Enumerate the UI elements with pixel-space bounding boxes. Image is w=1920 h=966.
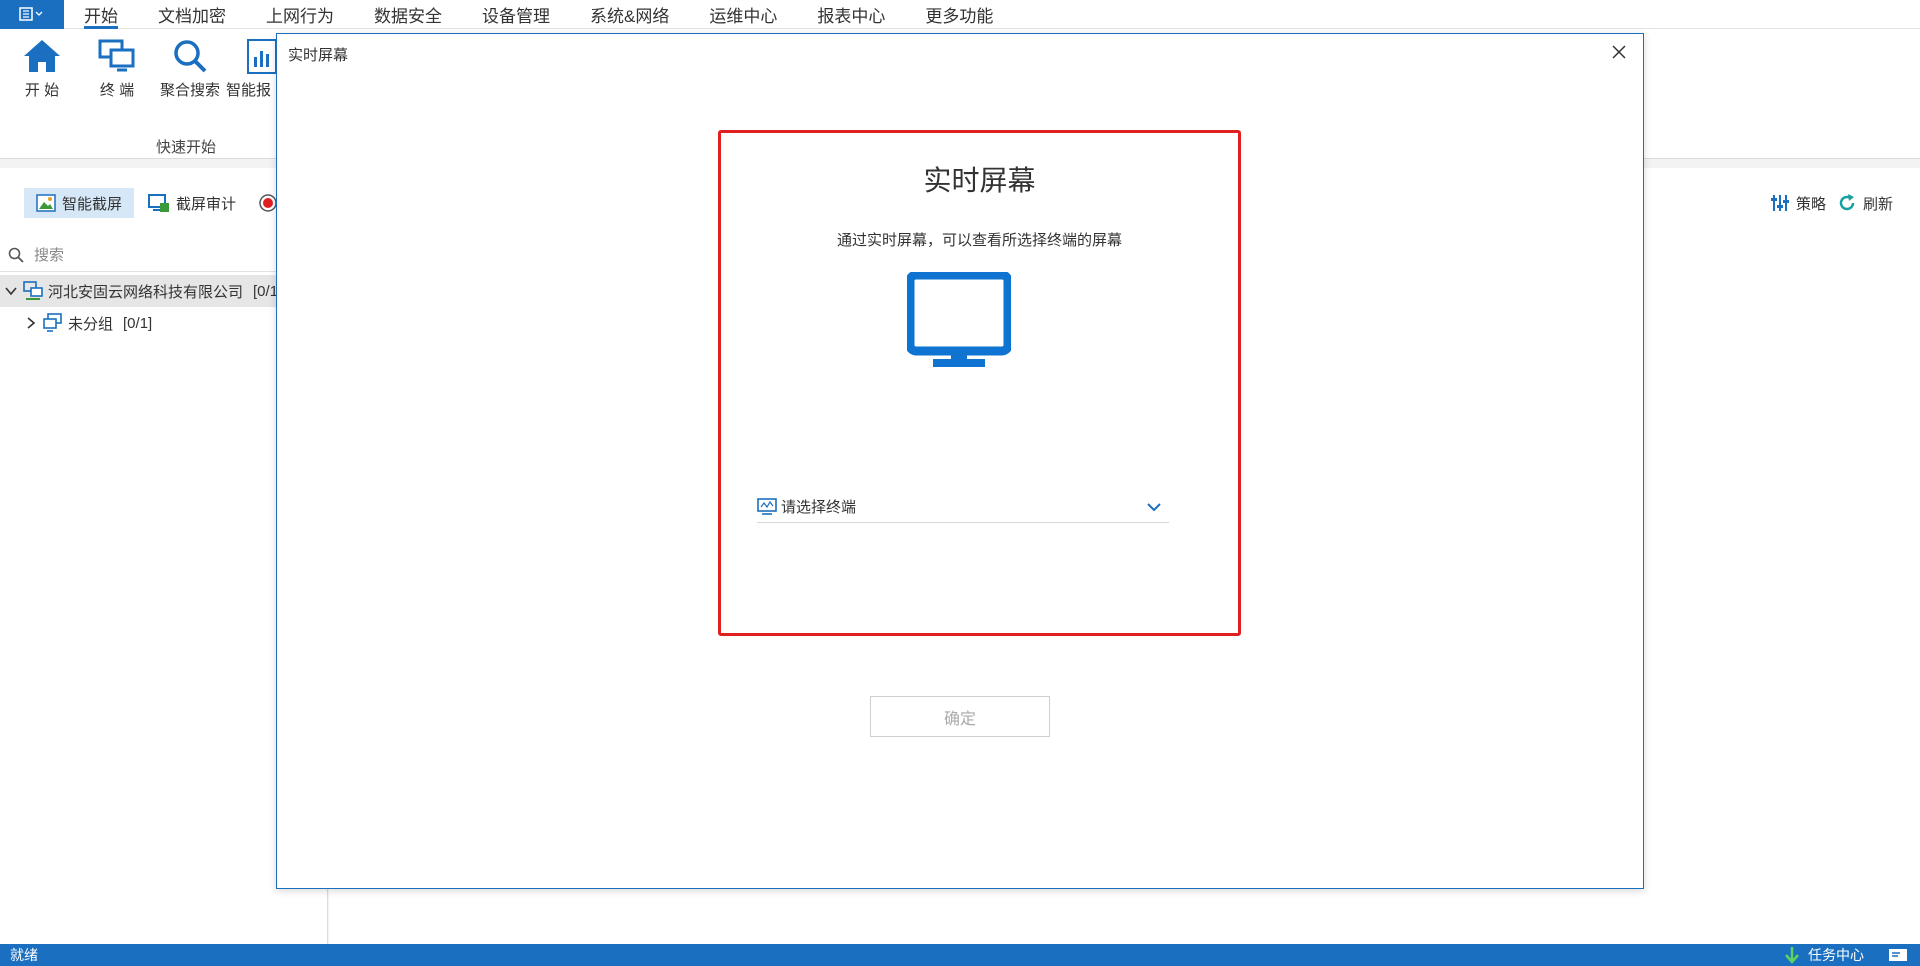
close-button[interactable] (1609, 42, 1629, 62)
message-icon[interactable] (1888, 947, 1908, 963)
tree-node-company-label: 河北安固云网络科技有限公司 (48, 283, 244, 301)
menu-ops-center[interactable]: 运维中心 (689, 0, 797, 29)
smart-capture-button[interactable]: 智能截屏 (24, 188, 135, 218)
monitor-icon (907, 272, 1011, 367)
tree-search-placeholder: 搜索 (34, 247, 65, 264)
tree-node-ungrouped-label: 未分组 (68, 315, 114, 333)
ribbon-start-button[interactable]: 开 始 (6, 37, 78, 100)
terminal-select[interactable]: 请选择终端 (757, 491, 1169, 523)
tree-node-company-count: [0/1 (253, 282, 279, 300)
screen-audit-icon (148, 194, 169, 212)
terminal-monitor-icon (757, 497, 777, 515)
download-arrow-icon (1785, 947, 1799, 964)
menu-system-network[interactable]: 系统&网络 (570, 0, 689, 29)
ribbon-smart-report-label: 智能报 (226, 82, 272, 99)
menu-start[interactable]: 开始 (64, 0, 138, 29)
record-button[interactable] (246, 188, 278, 218)
sliders-icon (1771, 195, 1789, 211)
refresh-button[interactable]: 刷新 (1825, 188, 1905, 218)
tree-node-ungrouped-count: [0/1] (123, 314, 153, 332)
refresh-label: 刷新 (1863, 195, 1894, 213)
capture-audit-label: 截屏审计 (176, 195, 237, 213)
ribbon-group-quick-start: 快速开始 (156, 139, 217, 156)
realtime-screen-panel: 实时屏幕 通过实时屏幕，可以查看所选择终端的屏幕 请选择终端 (718, 130, 1241, 636)
status-bar: 就绪 任务中心 (0, 944, 1920, 966)
menu-device-management[interactable]: 设备管理 (462, 0, 570, 29)
panel-heading: 实时屏幕 (923, 165, 1036, 196)
terminal-select-placeholder: 请选择终端 (781, 499, 857, 516)
realtime-screen-dialog: 实时屏幕 实时屏幕 通过实时屏幕，可以查看所选择终端的屏幕 请选择终端 确定 (276, 33, 1644, 889)
ribbon-terminal-label: 终 端 (99, 82, 135, 99)
record-icon (259, 194, 277, 212)
search-icon (174, 40, 207, 73)
chevron-right-icon[interactable] (24, 316, 38, 330)
menu-more-features[interactable]: 更多功能 (905, 0, 1013, 29)
chevron-down-icon (1147, 503, 1161, 512)
dialog-title: 实时屏幕 (288, 47, 349, 64)
ribbon-smart-report-button[interactable]: 智能报 (226, 37, 276, 100)
ribbon-aggregate-search-label: 聚合搜索 (159, 82, 220, 99)
search-icon (8, 247, 24, 263)
smart-capture-label: 智能截屏 (62, 195, 123, 213)
confirm-button[interactable]: 确定 (870, 696, 1050, 737)
task-center-link[interactable]: 任务中心 (1808, 945, 1864, 965)
home-icon (24, 40, 60, 72)
image-icon (36, 194, 56, 212)
app-menu-icon (19, 7, 43, 21)
report-icon (247, 39, 276, 74)
status-text: 就绪 (10, 947, 38, 963)
policy-label: 策略 (1796, 195, 1827, 213)
terminal-group-icon (43, 313, 62, 332)
app-menu-button[interactable] (0, 0, 64, 29)
network-group-icon (23, 281, 43, 300)
refresh-icon (1839, 194, 1855, 211)
ribbon-start-label: 开 始 (24, 82, 60, 99)
ribbon-aggregate-search-button[interactable]: 聚合搜索 (154, 37, 226, 100)
ribbon-terminal-button[interactable]: 终 端 (81, 37, 153, 100)
menu-data-security[interactable]: 数据安全 (354, 0, 462, 29)
menu-bar: 开始 文档加密 上网行为 数据安全 设备管理 系统&网络 运维中心 报表中心 更… (0, 0, 1920, 29)
menu-web-behavior[interactable]: 上网行为 (246, 0, 354, 29)
close-icon (1612, 45, 1626, 59)
panel-description: 通过实时屏幕，可以查看所选择终端的屏幕 (836, 232, 1122, 249)
terminal-icon (98, 39, 135, 72)
chevron-down-icon[interactable] (4, 284, 18, 298)
capture-audit-button[interactable]: 截屏审计 (136, 188, 248, 218)
menu-report-center[interactable]: 报表中心 (797, 0, 905, 29)
menu-doc-encrypt[interactable]: 文档加密 (138, 0, 246, 29)
